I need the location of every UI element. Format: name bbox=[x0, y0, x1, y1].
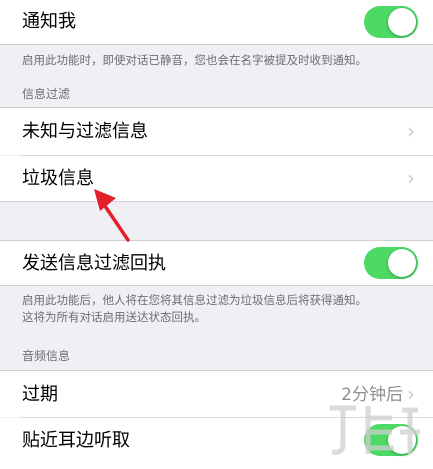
divider bbox=[0, 44, 433, 45]
audio-section-header: 音频信息 bbox=[22, 349, 71, 363]
divider bbox=[0, 201, 433, 202]
chevron-right-icon: › bbox=[407, 382, 415, 406]
notify-footer: 启用此功能时，即使对话已静音，您也会在名字被提及时收到通知。 bbox=[22, 53, 367, 67]
receipt-toggle[interactable] bbox=[364, 247, 418, 279]
receipt-footer-line-2: 这将为所有对话启用送达状态回执。 bbox=[22, 310, 206, 324]
chevron-right-icon: › bbox=[407, 166, 415, 190]
expire-label: 过期 bbox=[22, 384, 58, 405]
chevron-right-icon: › bbox=[407, 119, 415, 143]
junk-label: 垃圾信息 bbox=[22, 168, 94, 189]
expire-row[interactable]: 过期 2分钟后 › bbox=[0, 371, 433, 417]
raise-toggle-knob bbox=[388, 426, 416, 454]
receipt-row: 发送信息过滤回执 bbox=[0, 241, 433, 285]
notify-toggle[interactable] bbox=[364, 6, 418, 38]
unknown-filter-row[interactable]: 未知与过滤信息 › bbox=[0, 108, 433, 155]
notify-row: 通知我 bbox=[0, 0, 433, 44]
unknown-filter-label: 未知与过滤信息 bbox=[22, 121, 148, 142]
receipt-footer-line-1: 启用此功能后，他人将在您将其信息过滤为垃圾信息后将获得通知。 bbox=[22, 293, 367, 307]
raise-row: 贴近耳边听取 bbox=[0, 418, 433, 469]
notify-label: 通知我 bbox=[22, 11, 76, 32]
divider bbox=[0, 285, 433, 286]
notify-toggle-knob bbox=[388, 8, 416, 36]
raise-label: 贴近耳边听取 bbox=[22, 430, 130, 451]
receipt-label: 发送信息过滤回执 bbox=[22, 253, 166, 274]
filter-section-header: 信息过滤 bbox=[22, 87, 71, 101]
junk-row[interactable]: 垃圾信息 › bbox=[0, 156, 433, 201]
raise-toggle[interactable] bbox=[364, 424, 418, 456]
receipt-toggle-knob bbox=[388, 249, 416, 277]
expire-value: 2分钟后 bbox=[341, 385, 403, 405]
